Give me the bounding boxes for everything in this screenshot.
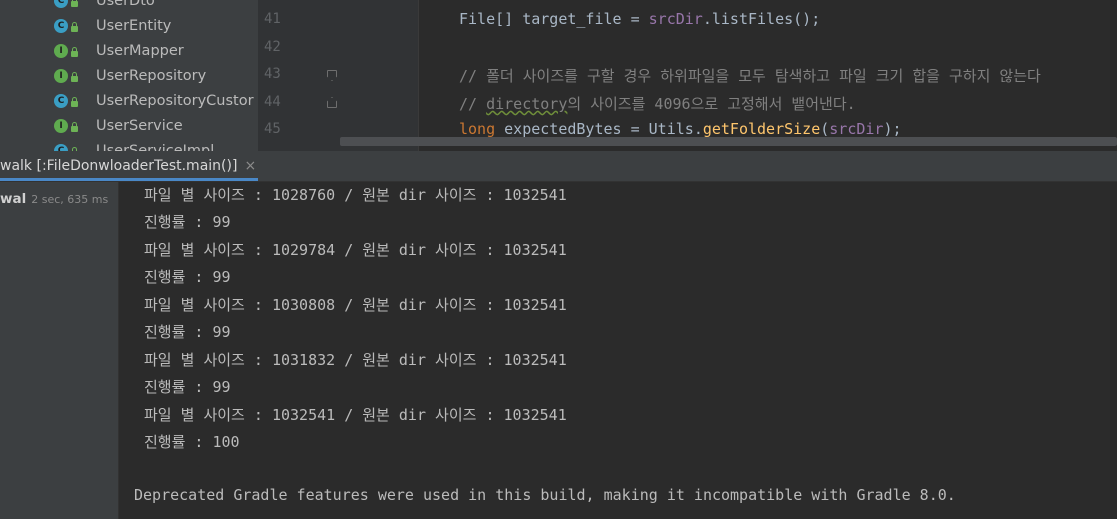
run-node-duration: 2 sec, 635 ms <box>31 193 109 206</box>
code-text: (); <box>793 10 821 28</box>
class-icon: C <box>54 18 68 33</box>
tree-item-userdto[interactable]: C UserDto <box>0 0 258 13</box>
code-field: srcDir <box>648 10 703 28</box>
lock-icon <box>71 97 78 107</box>
console-line: 파일 별 사이즈 : 1032541 / 원본 dir 사이즈 : 103254… <box>144 406 567 424</box>
interface-icon: I <box>54 118 68 133</box>
tree-item-label: UserRepositoryCustor <box>96 92 254 109</box>
line-number: 43 <box>264 66 281 82</box>
code-method: listFiles <box>711 10 794 28</box>
horizontal-scrollbar[interactable] <box>340 137 1117 146</box>
code-text: ( <box>820 120 830 138</box>
code-line-41[interactable]: File[] target_file = srcDir.listFiles(); <box>459 10 820 28</box>
line-number: 41 <box>264 11 281 27</box>
project-tree: C UserDto C UserEntity I UserMapper I Us… <box>0 0 258 151</box>
line-number: 45 <box>264 121 281 137</box>
code-comment-typo: directory <box>486 95 568 113</box>
tree-item-userrepositorycustom[interactable]: C UserRepositoryCustor <box>0 88 258 113</box>
run-tab-label: walk [:FileDonwloaderTest.main()] <box>0 158 238 174</box>
lock-icon <box>71 122 78 132</box>
console-output[interactable]: 파일 별 사이즈 : 1028760 / 원본 dir 사이즈 : 103254… <box>119 182 1117 519</box>
console-line: 진행률 : 100 <box>144 433 240 451</box>
code-comment: // <box>459 95 487 113</box>
code-text: [] target_file = <box>495 10 649 28</box>
tree-item-label: UserRepository <box>96 67 207 84</box>
class-icon: C <box>54 93 68 108</box>
active-tab-indicator <box>0 178 258 181</box>
interface-icon: I <box>54 43 68 58</box>
close-icon[interactable]: × <box>244 158 256 174</box>
run-tab[interactable]: walk [:FileDonwloaderTest.main()] × <box>0 151 256 181</box>
code-class: Utils <box>648 120 694 138</box>
code-dot: . <box>693 120 703 138</box>
console-line: 파일 별 사이즈 : 1031832 / 원본 dir 사이즈 : 103254… <box>144 351 567 369</box>
run-tree-node[interactable]: wal 2 sec, 635 ms <box>0 188 108 207</box>
console-line: 진행률 : 99 <box>144 378 231 396</box>
line-number: 42 <box>264 39 281 55</box>
console-line: 파일 별 사이즈 : 1030808 / 원본 dir 사이즈 : 103254… <box>144 296 567 314</box>
code-dot: . <box>702 10 712 28</box>
tree-item-label: UserEntity <box>96 17 172 34</box>
tree-item-label: UserService <box>96 117 183 134</box>
code-comment: 의 사이즈를 4096으로 고정해서 뱉어낸다. <box>567 95 856 113</box>
code-method: getFolderSize <box>702 120 821 138</box>
code-line-43[interactable]: // 폴더 사이즈를 구할 경우 하위파일을 모두 탐색하고 파일 크기 합을 … <box>459 65 1041 86</box>
console-warning-line: Deprecated Gradle features were used in … <box>134 486 956 504</box>
console-line: 파일 별 사이즈 : 1028760 / 원본 dir 사이즈 : 103254… <box>144 186 567 204</box>
console-line: 진행률 : 99 <box>144 268 231 286</box>
code-line-45[interactable]: long expectedBytes = Utils.getFolderSize… <box>459 120 902 138</box>
class-icon: C <box>54 0 68 8</box>
code-keyword: long <box>459 120 496 138</box>
line-number: 44 <box>264 94 281 110</box>
code-field: srcDir <box>829 120 884 138</box>
tree-item-userserviceimpl[interactable]: C UserServiceImpl <box>0 138 258 151</box>
console-line: 진행률 : 99 <box>144 213 231 231</box>
interface-icon: I <box>54 68 68 83</box>
code-text: expectedBytes = <box>495 120 649 138</box>
code-type: File <box>459 10 496 28</box>
lock-icon <box>71 22 78 32</box>
run-tab-bar: walk [:FileDonwloaderTest.main()] × <box>0 151 1117 182</box>
tree-item-userentity[interactable]: C UserEntity <box>0 13 258 38</box>
code-line-44[interactable]: // directory의 사이즈를 4096으로 고정해서 뱉어낸다. <box>459 93 856 114</box>
editor-area: C UserDto C UserEntity I UserMapper I Us… <box>0 0 1117 151</box>
tree-item-label: UserDto <box>96 0 155 9</box>
console-line: 파일 별 사이즈 : 1029784 / 원본 dir 사이즈 : 103254… <box>144 241 567 259</box>
tree-item-userservice[interactable]: I UserService <box>0 113 258 138</box>
tree-item-userrepository[interactable]: I UserRepository <box>0 63 258 88</box>
tree-item-usermapper[interactable]: I UserMapper <box>0 38 258 63</box>
lock-icon <box>71 0 78 7</box>
code-text: ); <box>883 120 902 138</box>
class-icon: C <box>54 143 68 151</box>
run-node-name: wal <box>0 191 27 207</box>
run-tree: wal 2 sec, 635 ms <box>0 182 119 519</box>
tree-item-label: UserServiceImpl <box>96 142 215 152</box>
lock-icon <box>71 47 78 57</box>
lock-icon <box>71 72 78 82</box>
tree-item-label: UserMapper <box>96 42 184 59</box>
console-line: 진행률 : 99 <box>144 323 231 341</box>
